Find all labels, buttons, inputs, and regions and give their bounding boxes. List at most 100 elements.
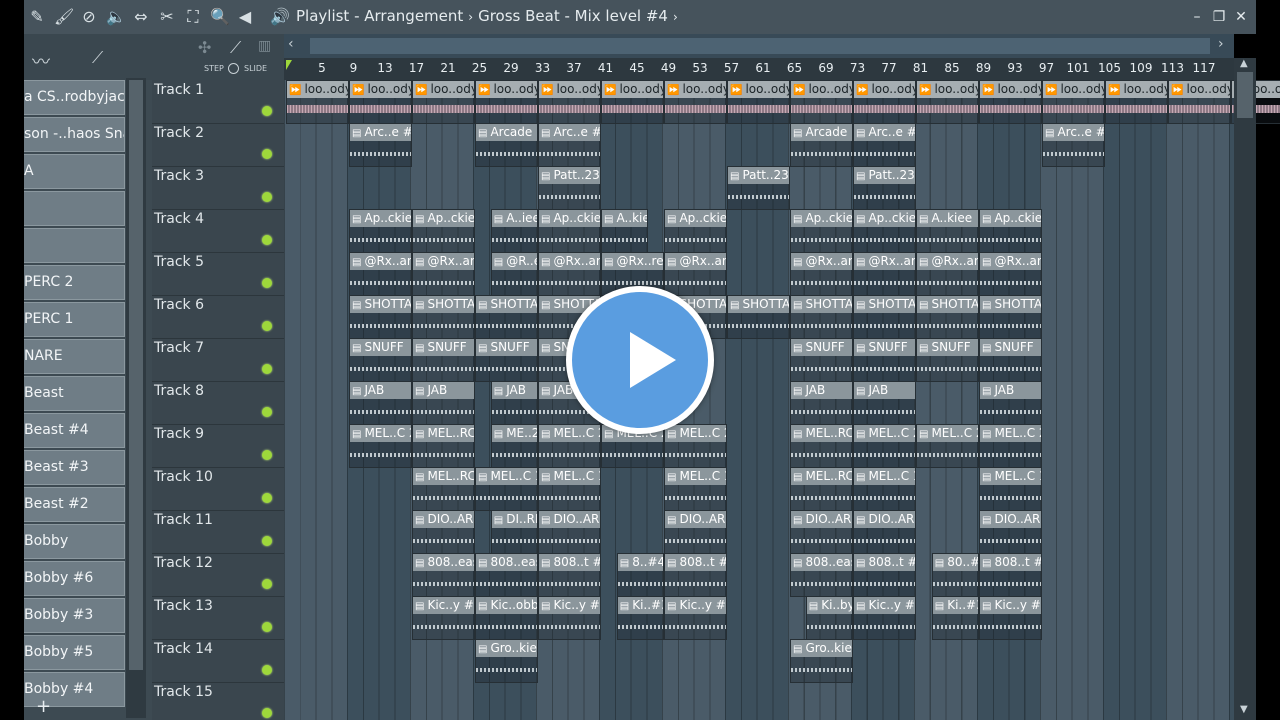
- slide-label[interactable]: SLIDE: [244, 64, 267, 73]
- playlist-clip[interactable]: ▤MEL..C 1: [853, 467, 916, 511]
- playlist-clip[interactable]: ▤MEL..C 2: [853, 424, 916, 468]
- playlist-clip[interactable]: ▤ Arcade: [475, 123, 538, 167]
- track-enable-led[interactable]: [262, 450, 272, 460]
- playlist-clip[interactable]: ▤MEL..RC 2: [790, 424, 853, 468]
- playlist-clip[interactable]: ▤Kic..obby: [475, 596, 538, 640]
- channel-button[interactable]: NARE: [24, 339, 125, 374]
- playlist-clip[interactable]: ▤SNUFF: [475, 338, 538, 382]
- track-enable-led[interactable]: [262, 493, 272, 503]
- playlist-clip[interactable]: ▤ JAB: [349, 381, 412, 425]
- playlist-clip[interactable]: ⏩loo..ody: [601, 80, 664, 124]
- playlist-clip[interactable]: ▤DIO..ARE: [412, 510, 475, 554]
- channel-button[interactable]: Bobby #3: [24, 598, 125, 633]
- track-enable-led[interactable]: [262, 579, 272, 589]
- playlist-clip[interactable]: ▤Kic..y #6: [979, 596, 1042, 640]
- playlist-clip[interactable]: ▤ Ki..by: [805, 596, 853, 640]
- playlist-clip[interactable]: ▤@Rx..are: [349, 252, 412, 296]
- playlist-clip[interactable]: ▤@Rx..are: [412, 252, 475, 296]
- track-enable-led[interactable]: [262, 192, 272, 202]
- piano-icon[interactable]: ▥: [258, 38, 271, 54]
- playlist-clip[interactable]: ⏩loo..ody: [1168, 80, 1231, 124]
- slip-icon[interactable]: ⇔: [132, 8, 150, 26]
- playlist-clip[interactable]: ▤ Patt..23: [538, 166, 601, 210]
- track-enable-led[interactable]: [262, 364, 272, 374]
- playlist-clip[interactable]: ▤MEL..C 1: [475, 467, 538, 511]
- playlist-clip[interactable]: ▤808..east: [790, 553, 853, 597]
- playlist-clip[interactable]: ▤ ME..2: [490, 424, 538, 468]
- playlist-clip[interactable]: ▤@Rx..are: [853, 252, 916, 296]
- playlist-clip[interactable]: ▤808..east: [412, 553, 475, 597]
- track-header[interactable]: Track 5: [152, 252, 284, 296]
- track-header[interactable]: Track 10: [152, 467, 284, 511]
- mute-icon[interactable]: ⊘: [80, 8, 98, 26]
- playlist-clip[interactable]: ▤ Patt..23: [853, 166, 916, 210]
- playlist-clip[interactable]: ▤MEL..RC 1: [412, 467, 475, 511]
- step-toggle[interactable]: [228, 63, 239, 74]
- playlist-clip[interactable]: ▤SHOTTA: [475, 295, 538, 339]
- track-header[interactable]: Track 9: [152, 424, 284, 468]
- playlist-clip[interactable]: ▤MEL..C 2: [916, 424, 979, 468]
- track-enable-led[interactable]: [262, 278, 272, 288]
- snap-icon[interactable]: ✣: [198, 38, 211, 57]
- scroll-right-icon[interactable]: ›: [1218, 36, 1224, 52]
- channel-button[interactable]: Beast #3: [24, 450, 125, 485]
- track-enable-led[interactable]: [262, 149, 272, 159]
- channel-scrollbar[interactable]: [126, 78, 146, 718]
- playlist-clip[interactable]: ▤MEL..C 2: [664, 424, 727, 468]
- playlist-clip[interactable]: ▤ A..iee: [490, 209, 538, 253]
- track-header[interactable]: Track 11: [152, 510, 284, 554]
- playlist-clip[interactable]: ▤Ki..#3: [616, 596, 664, 640]
- track-enable-led[interactable]: [262, 106, 272, 116]
- playlist-clip[interactable]: ▤MEL..C 2: [349, 424, 412, 468]
- playlist-clip[interactable]: ▤A..kiee: [601, 209, 649, 253]
- track-header[interactable]: Track 8: [152, 381, 284, 425]
- speaker-toggle-icon[interactable]: 🔊: [270, 8, 290, 26]
- minimize-icon[interactable]: –: [1188, 8, 1206, 26]
- playlist-clip[interactable]: ▤SHOTTA: [979, 295, 1042, 339]
- track-enable-led[interactable]: [262, 536, 272, 546]
- playlist-clip[interactable]: ▤@R..e: [490, 252, 538, 296]
- playlist-clip[interactable]: ▤A..kiee: [916, 209, 979, 253]
- playlist-clip[interactable]: ▤Arc..e #2: [538, 123, 601, 167]
- playlist-clip[interactable]: ▤ Patt..23: [727, 166, 790, 210]
- playlist-clip[interactable]: ▤SHOTTA: [916, 295, 979, 339]
- automation-icon[interactable]: ⟋: [92, 48, 103, 68]
- playlist-clip[interactable]: ▤Kic..y #5: [853, 596, 916, 640]
- playlist-clip[interactable]: ▤MEL..C 1: [538, 467, 601, 511]
- channel-button[interactable]: Bobby: [24, 524, 125, 559]
- play-icon[interactable]: [566, 286, 714, 434]
- playlist-clip[interactable]: ▤Ap..ckiee: [412, 209, 475, 253]
- vertical-scrollbar[interactable]: ▲ ▼: [1234, 58, 1256, 720]
- playlist-clip[interactable]: ⏩loo..ody: [790, 80, 853, 124]
- waveform-icon[interactable]: 〰: [32, 48, 50, 74]
- playlist-clip[interactable]: ▤DIO..ARE: [790, 510, 853, 554]
- playlist-clip[interactable]: ▤Ap..ckiee: [538, 209, 601, 253]
- track-header[interactable]: Track 3: [152, 166, 284, 210]
- playlist-clip[interactable]: ▤808..t #3: [979, 553, 1042, 597]
- playlist-clip[interactable]: ▤DIO..ARE: [979, 510, 1042, 554]
- playlist-clip[interactable]: ▤SNUFF: [790, 338, 853, 382]
- pencil-icon[interactable]: ✎: [28, 8, 46, 26]
- scroll-thumb[interactable]: [1237, 72, 1253, 118]
- track-header[interactable]: Track 7: [152, 338, 284, 382]
- playlist-clip[interactable]: ⏩loo..ody: [853, 80, 916, 124]
- playlist-clip[interactable]: ⏩loo..ody: [349, 80, 412, 124]
- playlist-clip[interactable]: ⏩loo..ody: [979, 80, 1042, 124]
- curve-icon[interactable]: ⟋: [230, 38, 241, 58]
- playlist-clip[interactable]: ▤SNUFF: [853, 338, 916, 382]
- track-header[interactable]: Track 13: [152, 596, 284, 640]
- track-enable-led[interactable]: [262, 235, 272, 245]
- playlist-clip[interactable]: ▤SHOTTA: [790, 295, 853, 339]
- playlist-clip[interactable]: ▤Arc..e #2: [349, 123, 412, 167]
- playlist-clip[interactable]: ▤SNUFF: [412, 338, 475, 382]
- scroll-thumb[interactable]: [129, 80, 143, 670]
- playlist-clip[interactable]: ▤Kic..y #6: [664, 596, 727, 640]
- playlist-clip[interactable]: ▤Kic..y #2: [412, 596, 475, 640]
- playlist-clip[interactable]: ▤MEL..C 2: [538, 424, 601, 468]
- channel-button[interactable]: PERC 2: [24, 265, 125, 300]
- playlist-clip[interactable]: ⏩loo..ody: [412, 80, 475, 124]
- playlist-clip[interactable]: ▤SNUFF: [349, 338, 412, 382]
- playlist-clip[interactable]: ⏩loo..ody: [1105, 80, 1168, 124]
- playlist-clip[interactable]: ▤@Rx..are: [790, 252, 853, 296]
- playlist-clip[interactable]: ▤80..#4: [931, 553, 979, 597]
